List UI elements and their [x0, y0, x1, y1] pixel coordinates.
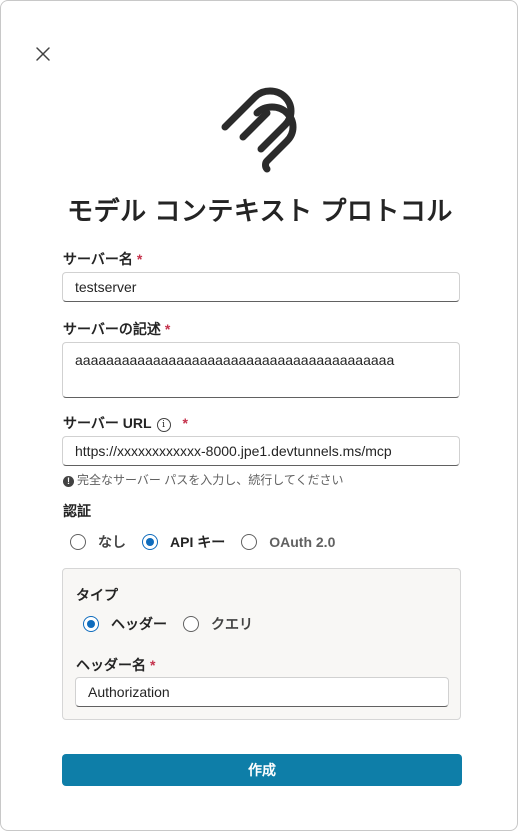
type-option-query-label: クエリ: [211, 616, 253, 632]
auth-option-none[interactable]: なし: [70, 532, 126, 552]
info-icon[interactable]: i: [156, 418, 171, 432]
server-url-label: サーバー URL i *: [63, 413, 188, 433]
server-url-hint: ! 完全なサーバー パスを入力し、続行してください: [63, 471, 344, 488]
warning-icon: !: [63, 476, 74, 487]
radio-query[interactable]: [183, 616, 199, 632]
radio-api-key[interactable]: [142, 534, 158, 550]
required-mark: *: [182, 415, 188, 431]
header-name-input[interactable]: Authorization: [75, 677, 449, 707]
required-mark: *: [136, 251, 143, 267]
header-name-label-text: ヘッダー名: [76, 657, 146, 673]
server-url-hint-text: 完全なサーバー パスを入力し、続行してください: [77, 473, 344, 487]
radio-none[interactable]: [70, 534, 86, 550]
radio-oauth[interactable]: [241, 534, 258, 550]
auth-option-oauth-label: OAuth 2.0: [269, 534, 336, 550]
type-radio-group: ヘッダー クエリ: [83, 614, 269, 634]
auth-option-api-key-label: API キー: [170, 534, 226, 550]
type-option-query[interactable]: クエリ: [183, 614, 253, 634]
header-name-label: ヘッダー名 *: [76, 655, 155, 675]
type-option-header[interactable]: ヘッダー: [83, 614, 167, 634]
auth-label: 認証: [63, 503, 91, 519]
server-url-label-text: サーバー URL: [63, 415, 152, 431]
dialog-title: モデル コンテキスト プロトコル: [67, 196, 453, 226]
mcp-logo-icon: [219, 87, 305, 173]
required-mark: *: [164, 321, 171, 337]
server-name-input[interactable]: testserver: [62, 272, 460, 302]
auth-option-oauth[interactable]: OAuth 2.0: [241, 534, 335, 550]
required-mark: *: [150, 657, 156, 673]
server-description-textarea[interactable]: aaaaaaaaaaaaaaaaaaaaaaaaaaaaaaaaaaaaaaaa…: [62, 342, 460, 398]
server-name-label-text: サーバー名: [63, 251, 133, 267]
type-label: タイプ: [76, 587, 118, 603]
mcp-dialog: モデル コンテキスト プロトコル サーバー名 * testserver サーバーの…: [0, 0, 518, 831]
server-description-label-text: サーバーの記述: [63, 321, 161, 337]
create-button[interactable]: 作成: [62, 754, 462, 786]
radio-header[interactable]: [83, 616, 99, 632]
server-name-label: サーバー名 *: [63, 249, 142, 269]
auth-option-none-label: なし: [98, 534, 126, 550]
auth-option-api-key[interactable]: API キー: [142, 532, 225, 552]
server-description-label: サーバーの記述 *: [63, 319, 170, 339]
server-url-input[interactable]: https://xxxxxxxxxxxx-8000.jpe1.devtunnel…: [62, 436, 460, 466]
auth-radio-group: なし API キー OAuth 2.0: [70, 532, 351, 552]
type-option-header-label: ヘッダー: [111, 616, 167, 632]
close-icon[interactable]: [32, 43, 54, 65]
